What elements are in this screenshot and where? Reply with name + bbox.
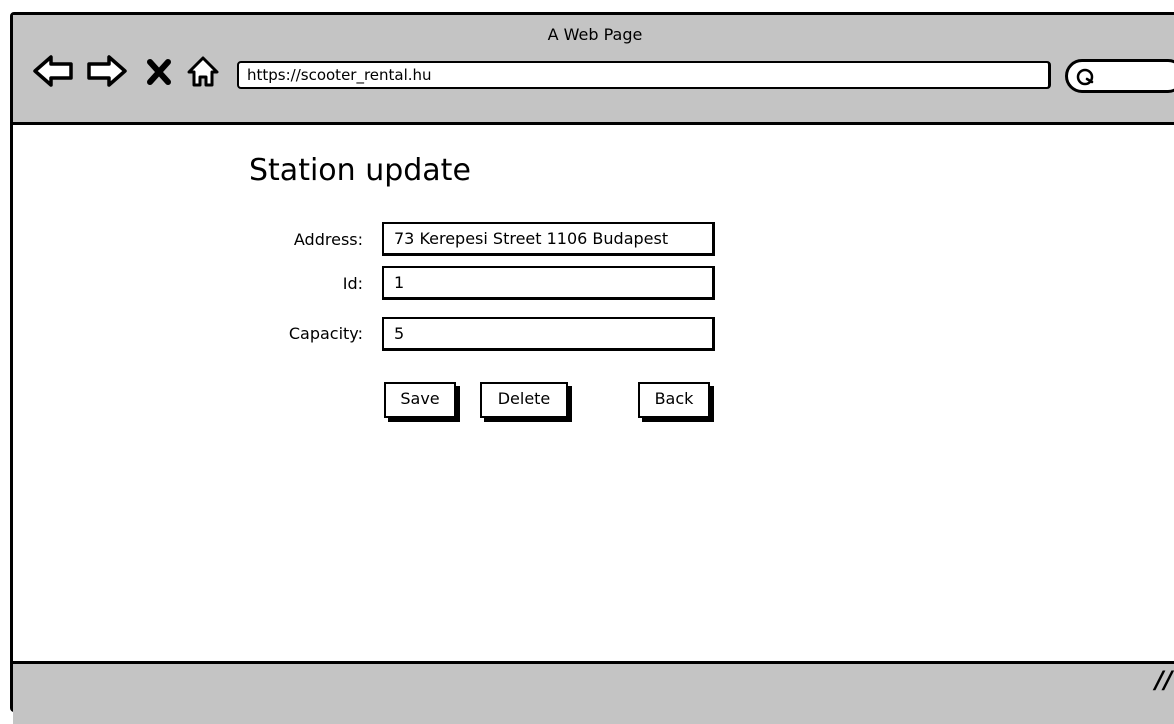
back-arrow-icon[interactable]: [31, 51, 75, 91]
forward-arrow-icon[interactable]: [85, 51, 129, 91]
id-label: Id:: [342, 274, 363, 293]
address-field[interactable]: 73 Kerepesi Street 1106 Budapest: [382, 222, 715, 256]
home-icon[interactable]: [185, 51, 221, 91]
search-icon: [1076, 68, 1094, 86]
url-bar[interactable]: https://scooter_rental.hu: [237, 61, 1051, 89]
window-title: A Web Page: [547, 25, 643, 44]
browser-chrome: A Web Page https://scooter_rental.hu: [13, 15, 1174, 125]
delete-button[interactable]: Delete: [480, 382, 568, 418]
resize-grip[interactable]: //: [1155, 666, 1173, 694]
browser-search-field[interactable]: [1065, 59, 1174, 93]
close-icon[interactable]: [145, 51, 173, 91]
page-title: Station update: [249, 153, 471, 188]
browser-window: A Web Page https://scooter_rental.hu Sta…: [10, 12, 1174, 724]
capacity-field[interactable]: 5: [382, 317, 715, 351]
id-field[interactable]: 1: [382, 266, 715, 300]
capacity-label: Capacity:: [288, 324, 363, 343]
back-button[interactable]: Back: [638, 382, 710, 418]
status-bar: //: [13, 661, 1174, 724]
page-content: Station update Address: 73 Kerepesi Stre…: [13, 125, 1174, 709]
save-button[interactable]: Save: [384, 382, 456, 418]
address-label: Address:: [293, 230, 363, 249]
